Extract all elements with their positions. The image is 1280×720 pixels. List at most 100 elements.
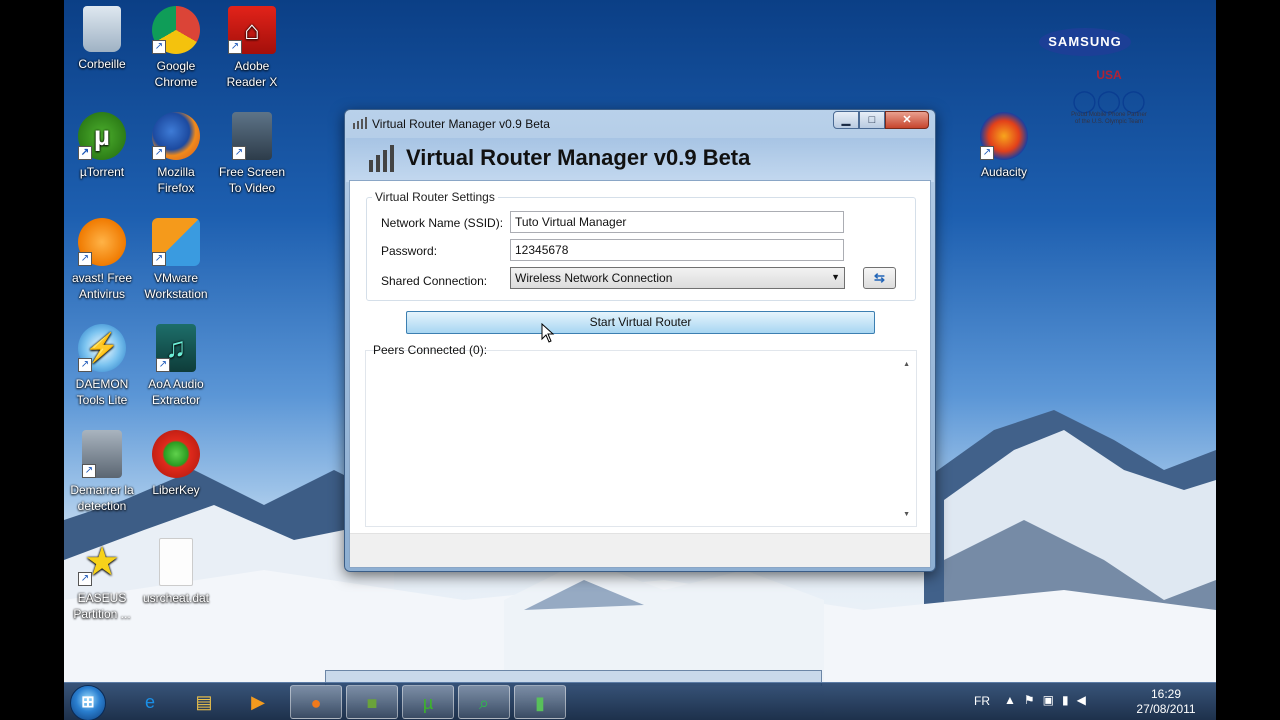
file-icon — [159, 538, 193, 586]
desktop-icon-label: LiberKey — [152, 483, 200, 497]
desktop-icon-label: avast! Free — [71, 271, 133, 285]
desktop-icon-label: Firefox — [157, 181, 195, 195]
desktop-icon-audacity[interactable]: ↗ Audacity — [966, 112, 1042, 180]
start-virtual-router-button[interactable]: Start Virtual Router — [406, 311, 875, 334]
password-label: Password: — [381, 244, 438, 258]
shortcut-arrow-icon: ↗ — [232, 146, 246, 160]
taskbar-search-app[interactable]: ⌕ — [458, 685, 510, 719]
desktop-icon-avast[interactable]: ↗ avast! Free Antivirus — [64, 218, 140, 302]
desktop-icon-aoa-audio-extractor[interactable]: ♫ ↗ AoA Audio Extractor — [138, 324, 214, 408]
close-button[interactable]: ✕ — [885, 111, 929, 129]
refresh-icon: ⇆ — [874, 270, 885, 285]
desktop-icon-label: Chrome — [154, 75, 198, 89]
shortcut-arrow-icon: ↗ — [980, 146, 994, 160]
desktop-icon-recycle-bin[interactable]: Corbeille — [64, 6, 140, 72]
desktop-icon-free-screen-to-video[interactable]: ↗ Free Screen To Video — [214, 112, 290, 196]
minimize-button[interactable]: ▁ — [833, 111, 859, 129]
shortcut-arrow-icon: ↗ — [228, 40, 242, 54]
window-status-strip — [350, 533, 930, 567]
liberkey-icon — [152, 430, 200, 478]
ssid-input[interactable]: Tuto Virtual Manager — [510, 211, 844, 233]
search-icon: ⌕ — [478, 693, 490, 713]
desktop-icon-utorrent[interactable]: µ ↗ µTorrent — [64, 112, 140, 180]
adobe-reader-icon: ⌂ ↗ — [228, 6, 276, 54]
folder-icon: ▤ — [195, 692, 213, 712]
clock-time: 16:29 — [1150, 687, 1182, 701]
taskbar-firefox[interactable]: ● — [290, 685, 342, 719]
desktop-icon-label: Workstation — [144, 287, 208, 301]
scroll-up-icon[interactable]: ▲ — [903, 361, 910, 368]
shortcut-arrow-icon: ↗ — [78, 572, 92, 586]
router-app-icon — [353, 117, 367, 129]
shortcut-arrow-icon: ↗ — [82, 464, 96, 478]
shortcut-arrow-icon: ↗ — [156, 358, 170, 372]
desktop-icon-usrcheat[interactable]: usrcheat.dat — [138, 538, 214, 606]
settings-group-title: Virtual Router Settings — [372, 190, 498, 204]
vmware-icon: ↗ — [152, 218, 200, 266]
desktop-icon-label: DAEMON — [75, 377, 129, 391]
taskbar-utorrent[interactable]: µ — [402, 685, 454, 719]
usa-olympic-logo: USA ◯◯◯ Proud Mobile Phone Partner of th… — [1039, 68, 1179, 138]
router-signal-icon: ▮ — [535, 693, 545, 713]
usa-logo-subtext-1: Proud Mobile Phone Partner — [1071, 112, 1147, 118]
taskbar-file-explorer[interactable]: ▤ — [178, 685, 230, 719]
windows-logo-icon: ⊞ — [81, 694, 95, 711]
desktop-icon-label: Reader X — [226, 75, 278, 89]
desktop-icon-adobe-reader[interactable]: ⌂ ↗ Adobe Reader X — [214, 6, 290, 90]
clock-date: 27/08/2011 — [1136, 702, 1196, 716]
utorrent-icon: µ — [422, 693, 434, 713]
window-title: Virtual Router Manager v0.9 Beta — [372, 117, 550, 131]
firefox-icon: ● — [310, 693, 322, 713]
desktop-icon-label: VMware — [153, 271, 198, 285]
refresh-connections-button[interactable]: ⇆ — [863, 267, 896, 289]
shortcut-arrow-icon: ↗ — [152, 40, 166, 54]
desktop-icon-google-chrome[interactable]: ↗ Google Chrome — [138, 6, 214, 90]
taskbar-internet-explorer[interactable]: e — [124, 685, 176, 719]
desktop-icon-label: Corbeille — [78, 57, 126, 71]
desktop-icon-label: To Video — [228, 181, 276, 195]
peers-list[interactable]: ▲ ▼ — [365, 350, 917, 527]
desktop-icon-demarrer-detection[interactable]: ↗ Demarrer la detection — [64, 430, 140, 514]
taskbar-virtual-router-manager[interactable]: ▮ — [514, 685, 566, 719]
avast-icon: ↗ — [78, 218, 126, 266]
desktop-icon-label: Partition ... — [73, 607, 131, 621]
desktop-icon-vmware[interactable]: ↗ VMware Workstation — [138, 218, 214, 302]
desktop-icon-label: Extractor — [151, 393, 200, 407]
firefox-icon: ↗ — [152, 112, 200, 160]
usa-logo-subtext-2: of the U.S. Olympic Team — [1075, 119, 1143, 125]
shortcut-arrow-icon: ↗ — [78, 146, 92, 160]
desktop-icon-label: AoA Audio — [148, 377, 204, 391]
desktop-icon-label: EASEUS — [77, 591, 127, 605]
desktop-icon-mozilla-firefox[interactable]: ↗ Mozilla Firefox — [138, 112, 214, 196]
app-header: Virtual Router Manager v0.9 Beta — [346, 138, 934, 182]
desktop-icon-easeus[interactable]: ★ ↗ EASEUS Partition ... — [64, 538, 140, 622]
window-controls: ▁ □ ✕ — [833, 111, 929, 131]
taskbar-media-player[interactable]: ▶ — [232, 685, 284, 719]
music-note-icon: ♫ ↗ — [156, 324, 196, 372]
password-input[interactable]: 12345678 — [510, 239, 844, 261]
desktop-icon-label: usrcheat.dat — [142, 591, 210, 605]
scroll-down-icon[interactable]: ▼ — [903, 511, 910, 518]
play-icon: ▶ — [251, 692, 265, 712]
drive-icon: ↗ — [82, 430, 122, 478]
window-titlebar[interactable]: Virtual Router Manager v0.9 Beta ▁ □ ✕ — [345, 110, 935, 136]
chrome-icon: ↗ — [152, 6, 200, 54]
peers-connected-label: Peers Connected (0): — [373, 343, 488, 357]
taskbar-minecraft[interactable]: ■ — [346, 685, 398, 719]
system-tray-icons[interactable]: ▲⚑▣▮◀ — [1004, 693, 1094, 707]
window-client-area: Virtual Router Settings Network Name (SS… — [349, 180, 931, 568]
language-indicator[interactable]: FR — [974, 694, 990, 708]
desktop-icon-label: Mozilla — [157, 165, 195, 179]
shared-connection-label: Shared Connection: — [381, 274, 488, 288]
router-logo-icon — [369, 145, 394, 172]
start-button[interactable]: ⊞ — [70, 685, 106, 720]
shared-connection-dropdown[interactable]: Wireless Network Connection ▼ — [510, 267, 845, 289]
desktop-icon-daemon-tools[interactable]: ⚡ ↗ DAEMON Tools Lite — [64, 324, 140, 408]
maximize-button[interactable]: □ — [859, 111, 885, 129]
taskbar: ⊞ e ▤ ▶ ● ■ µ ⌕ ▮ FR ▲⚑▣▮◀ 16:29 27/08/2… — [64, 682, 1216, 720]
minecraft-block-icon: ■ — [366, 693, 378, 713]
internet-explorer-icon: e — [144, 692, 155, 712]
system-clock[interactable]: 16:29 27/08/2011 — [1129, 687, 1203, 717]
desktop-icon-liberkey[interactable]: LiberKey — [138, 430, 214, 498]
desktop-icon-label: Tools Lite — [76, 393, 128, 407]
